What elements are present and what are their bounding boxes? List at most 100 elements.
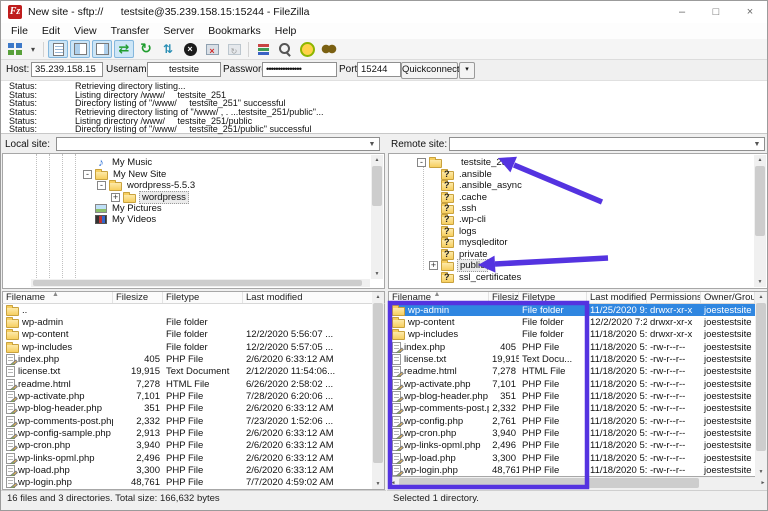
filter-button[interactable]: [253, 40, 273, 58]
remote-tree-vscrollbar[interactable]: ▲▼: [754, 155, 766, 287]
tree-item-testsite-251[interactable]: -testsite_251: [389, 157, 754, 168]
menu-item-edit[interactable]: Edit: [35, 25, 67, 37]
local-list-vscrollbar[interactable]: ▲▼: [372, 292, 384, 489]
close-button[interactable]: ×: [733, 1, 767, 23]
username-input[interactable]: testsite: [147, 62, 221, 77]
find-button[interactable]: [319, 40, 339, 58]
file-row-index-php[interactable]: index.php405PHP File11/18/2020 5:4...-rw…: [389, 341, 767, 353]
file-row-wp-blog-header-php[interactable]: wp-blog-header.php351PHP File2/6/2020 6:…: [3, 403, 384, 415]
tree-item-public[interactable]: +public: [389, 260, 754, 271]
quickconnect-dropdown[interactable]: ▾: [459, 62, 475, 79]
file-row-wp-cron-php[interactable]: wp-cron.php3,940PHP File11/18/2020 5:4..…: [389, 427, 767, 439]
file-row-index-php[interactable]: index.php405PHP File2/6/2020 6:33:12 AM: [3, 353, 384, 365]
file-row-wp-cron-php[interactable]: wp-cron.php3,940PHP File2/6/2020 6:33:12…: [3, 440, 384, 452]
menu-item-help[interactable]: Help: [268, 25, 304, 37]
tree-item-my-pictures[interactable]: My Pictures: [3, 203, 371, 214]
file-row-license-txt[interactable]: license.txt19,915Text Docu...11/18/2020 …: [389, 353, 767, 365]
tree-item--ssh[interactable]: .ssh: [389, 203, 754, 214]
column-header-permissions[interactable]: Permissions: [647, 292, 701, 303]
column-header-last-modified[interactable]: Last modified: [243, 292, 374, 303]
file-row-wp-comments-post-php[interactable]: wp-comments-post.php2,332PHP File7/23/20…: [3, 415, 384, 427]
file-row-wp-content[interactable]: wp-contentFile folder12/2/2020 7:20...dr…: [389, 316, 767, 328]
tree-item-my-videos[interactable]: My Videos: [3, 214, 371, 225]
tree-item--wp-cli[interactable]: .wp-cli: [389, 214, 754, 225]
file-row--[interactable]: ..: [3, 304, 384, 316]
remote-list-hscrollbar[interactable]: ◄►: [388, 477, 768, 489]
menu-item-bookmarks[interactable]: Bookmarks: [201, 25, 268, 37]
queue-toggle-button[interactable]: [114, 40, 134, 58]
file-row-wp-config-sample-php[interactable]: wp-config-sample.php2,913PHP File2/6/202…: [3, 427, 384, 439]
sync-button[interactable]: [297, 40, 317, 58]
column-header-filesize[interactable]: Filesize: [489, 292, 519, 303]
column-header-last-modified[interactable]: Last modified: [587, 292, 647, 303]
local-path-combo[interactable]: C:\Users\ Documents\My New Site\wordpres…: [56, 137, 380, 151]
process-queue-button[interactable]: [158, 40, 178, 58]
tree-item--cache[interactable]: .cache: [389, 191, 754, 202]
file-row-wp-comments-post-p-[interactable]: wp-comments-post.p...2,332PHP File11/18/…: [389, 403, 767, 415]
local-tree-vscrollbar[interactable]: ▲▼: [371, 155, 383, 279]
quickconnect-button[interactable]: Quickconnect: [401, 62, 458, 79]
collapse-icon[interactable]: -: [83, 170, 92, 179]
collapse-icon[interactable]: -: [417, 158, 426, 167]
remote-pane-button[interactable]: [92, 40, 112, 58]
file-row-license-txt[interactable]: license.txt19,915Text Document2/12/2020 …: [3, 366, 384, 378]
tree-item-private[interactable]: private: [389, 249, 754, 260]
menu-item-view[interactable]: View: [67, 25, 104, 37]
tree-item-mysqleditor[interactable]: mysqleditor: [389, 237, 754, 248]
tree-item-my-new-site[interactable]: -My New Site: [3, 168, 371, 179]
column-header-filename[interactable]: Filename▲: [389, 292, 489, 303]
compare-button[interactable]: [275, 40, 295, 58]
file-row-wp-includes[interactable]: wp-includesFile folder12/2/2020 5:57:05 …: [3, 341, 384, 353]
minimize-button[interactable]: –: [665, 1, 699, 23]
file-row-wp-login-php[interactable]: wp-login.php48,761PHP File7/7/2020 4:59:…: [3, 477, 384, 489]
port-input[interactable]: 15244: [357, 62, 401, 77]
local-path-dropdown-icon[interactable]: ▼: [366, 138, 378, 150]
tree-item-wordpress[interactable]: +wordpress: [3, 191, 371, 202]
local-pane-button[interactable]: [70, 40, 90, 58]
file-row-wp-links-opml-php[interactable]: wp-links-opml.php2,496PHP File11/18/2020…: [389, 440, 767, 452]
menu-item-transfer[interactable]: Transfer: [104, 25, 157, 37]
file-row-wp-blog-header-php[interactable]: wp-blog-header.php351PHP File11/18/2020 …: [389, 390, 767, 402]
file-row-wp-load-php[interactable]: wp-load.php3,300PHP File2/6/2020 6:33:12…: [3, 464, 384, 476]
site-manager-caret-button[interactable]: ▾: [27, 40, 39, 58]
menu-item-file[interactable]: File: [4, 25, 35, 37]
cancel-button[interactable]: [180, 40, 200, 58]
file-row-readme-html[interactable]: readme.html7,278HTML File11/18/2020 5:4.…: [389, 366, 767, 378]
column-header-filesize[interactable]: Filesize: [113, 292, 163, 303]
expand-icon[interactable]: +: [429, 261, 438, 270]
file-row-wp-admin[interactable]: wp-adminFile folder11/25/2020 9:2...drwx…: [389, 304, 767, 316]
file-row-wp-includes[interactable]: wp-includesFile folder11/18/2020 5:4...d…: [389, 329, 767, 341]
remote-list-vscrollbar[interactable]: ▲▼: [755, 292, 767, 477]
column-header-owner-group[interactable]: Owner/Group: [701, 292, 755, 303]
file-row-wp-activate-php[interactable]: wp-activate.php7,101PHP File7/28/2020 6:…: [3, 390, 384, 402]
file-row-wp-login-php[interactable]: wp-login.php48,761PHP File11/18/2020 5:4…: [389, 464, 767, 476]
file-row-wp-links-opml-php[interactable]: wp-links-opml.php2,496PHP File2/6/2020 6…: [3, 452, 384, 464]
site-manager-button[interactable]: [5, 40, 25, 58]
tree-item--ansible[interactable]: .ansible: [389, 168, 754, 179]
tree-item-my-music[interactable]: ♪My Music: [3, 157, 371, 168]
maximize-button[interactable]: □: [699, 1, 733, 23]
tree-item-ssl-certificates[interactable]: ssl_certificates: [389, 271, 754, 282]
file-row-wp-admin[interactable]: wp-adminFile folder: [3, 316, 384, 328]
column-header-filetype[interactable]: Filetype: [519, 292, 587, 303]
tree-item--ansible-async[interactable]: .ansible_async: [389, 180, 754, 191]
file-row-wp-content[interactable]: wp-contentFile folder12/2/2020 5:56:07 .…: [3, 329, 384, 341]
file-row-wp-load-php[interactable]: wp-load.php3,300PHP File11/18/2020 5:4..…: [389, 452, 767, 464]
remote-path-combo[interactable]: /www/ testsite_251/public ▼: [449, 137, 765, 151]
reconnect-button[interactable]: [224, 40, 244, 58]
refresh-button[interactable]: [136, 40, 156, 58]
collapse-icon[interactable]: -: [97, 181, 106, 190]
column-header-filename[interactable]: Filename▲: [3, 292, 113, 303]
file-row-wp-activate-php[interactable]: wp-activate.php7,101PHP File11/18/2020 5…: [389, 378, 767, 390]
menu-item-server[interactable]: Server: [156, 25, 201, 37]
expand-icon[interactable]: +: [111, 193, 120, 202]
pane-splitter[interactable]: [385, 134, 388, 490]
local-tree-hscrollbar[interactable]: [31, 279, 370, 287]
password-input[interactable]: •••••••••••••••: [262, 62, 337, 77]
column-header-filetype[interactable]: Filetype: [163, 292, 243, 303]
log-toggle-button[interactable]: [48, 40, 68, 58]
file-row-wp-config-php[interactable]: wp-config.php2,761PHP File11/18/2020 5:4…: [389, 415, 767, 427]
file-row-readme-html[interactable]: readme.html7,278HTML File6/26/2020 2:58:…: [3, 378, 384, 390]
disconnect-button[interactable]: [202, 40, 222, 58]
tree-item-logs[interactable]: logs: [389, 226, 754, 237]
